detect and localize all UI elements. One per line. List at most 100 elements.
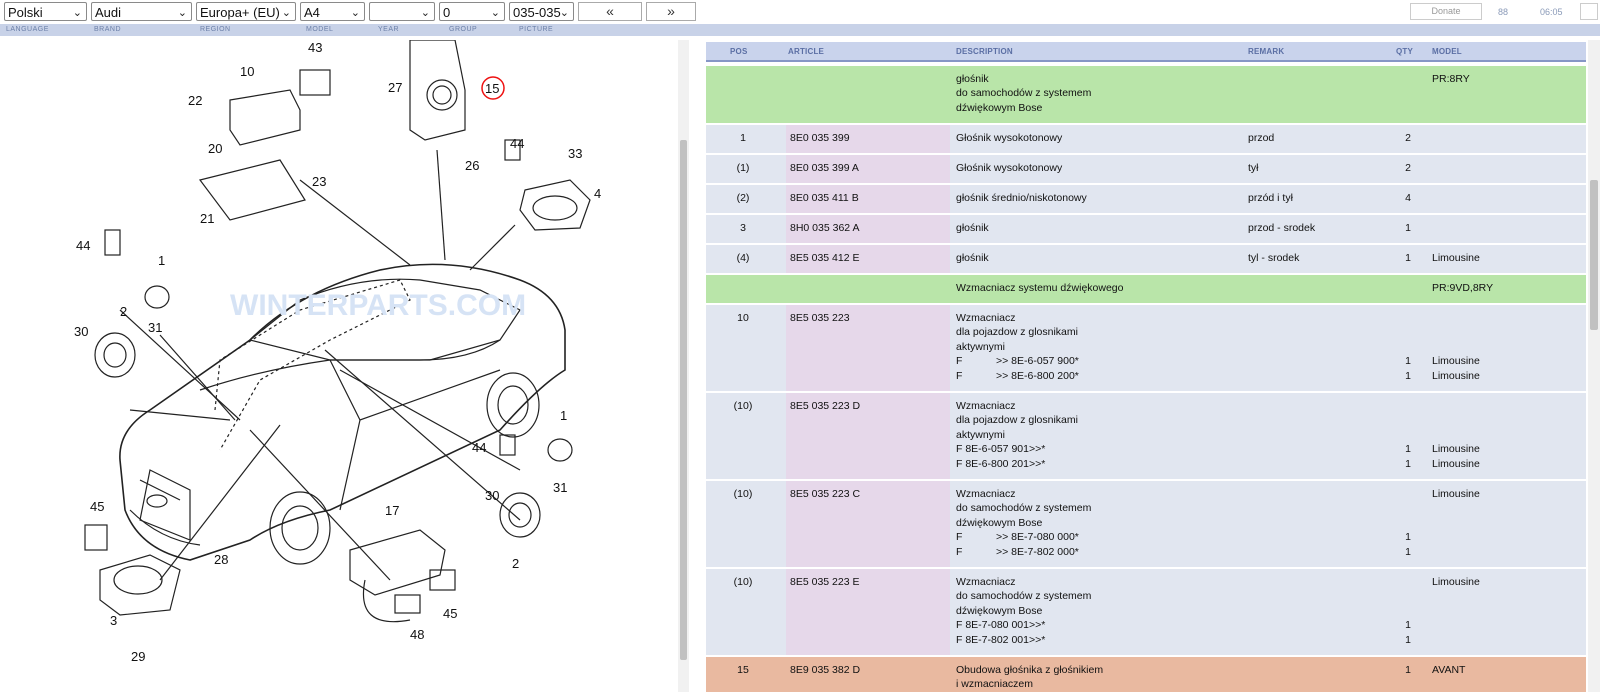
description-cell-line: F >> 8E-6-800 200* (956, 369, 1236, 383)
parts-diagram[interactable]: WINTERPARTS.COM 43 10 22 20 21 23 27 15 … (0, 39, 690, 692)
callout[interactable]: 30 (74, 324, 88, 339)
callout[interactable]: 2 (120, 304, 127, 319)
table-row[interactable]: 15 8E9 035 382 D Obudowa głośnika z głośni… (706, 657, 1586, 692)
table-group-row[interactable]: Wzmacniacz systemu dźwiękowego PR:9VD,8RY (706, 275, 1586, 305)
article-cell-line: 8E0 035 411 B (790, 192, 859, 204)
callout[interactable]: 23 (312, 174, 326, 189)
description-cell-line: F 8E-7-802 001>>* (956, 633, 1046, 646)
callout[interactable]: 45 (90, 499, 104, 514)
callout[interactable]: 27 (388, 80, 402, 95)
callout[interactable]: 43 (308, 40, 322, 55)
picture-select[interactable]: 035-035 ⌄ (509, 2, 574, 21)
qty-cell: 1 (1394, 663, 1422, 677)
remark-cell: przód i tył (1248, 191, 1293, 205)
callout[interactable]: 26 (465, 158, 479, 173)
callout[interactable]: 17 (385, 503, 399, 518)
header-qty[interactable]: QTY (1396, 47, 1413, 56)
year-select[interactable]: 2006 6⌄ (369, 2, 435, 39)
callout[interactable]: 22 (188, 93, 202, 108)
article-cell-line: 8E5 035 223 D (790, 400, 861, 412)
callout[interactable]: 28 (214, 552, 228, 567)
language-select[interactable]: Polski ⌄ (4, 2, 87, 21)
callout[interactable]: 48 (410, 627, 424, 642)
table-row[interactable]: 1 8E0 035 399 Głośnik wysokotonowy przod 2 (706, 125, 1586, 155)
region-select[interactable]: Europa+ (EU) ⌄ (196, 2, 296, 21)
article-cell[interactable]: 8E9 035 382 D (790, 663, 860, 677)
article-cell[interactable]: 8H0 035 362 A (790, 221, 859, 235)
callout[interactable]: 2 (512, 556, 519, 571)
model-cell: PR:9VD,8RY (1432, 281, 1493, 295)
callout[interactable]: 44 (76, 238, 90, 253)
next-picture-button[interactable]: » (646, 2, 696, 21)
pos-cell: 1 (706, 131, 780, 145)
callout-highlighted[interactable]: 15 (485, 81, 499, 96)
callout[interactable]: 10 (240, 64, 254, 79)
group-select[interactable]: 0 ⌄ (439, 2, 505, 21)
table-row[interactable]: (10) 8E5 035 223 E Wzmacniacz do samochodów… (706, 569, 1586, 657)
brand-select[interactable]: Audi ⌄ (91, 2, 192, 21)
pos-cell-line: (10) (733, 488, 753, 500)
qty-cell: 11 (1394, 311, 1422, 383)
table-row[interactable]: (10) 8E5 035 223 D Wzmacniacz dla pojazdow … (706, 393, 1586, 481)
pos-cell-line: 10 (737, 312, 749, 324)
scroll-thumb[interactable] (680, 140, 687, 660)
callout[interactable]: 20 (208, 141, 222, 156)
callout[interactable]: 31 (553, 480, 567, 495)
parts-table: POS ARTICLE DESCRIPTION REMARK QTY MODEL… (706, 42, 1586, 692)
table-row[interactable]: 3 8H0 035 362 A głośnik przod - srodek 1 (706, 215, 1586, 245)
watermark: WINTERPARTS.COM (230, 289, 526, 322)
model-cell: Limousine Limousine (1432, 399, 1480, 471)
label-model: MODEL (306, 26, 334, 33)
article-cell[interactable]: 8E0 035 399 (790, 131, 850, 145)
table-group-row[interactable]: głośnik do samochodów z systemem dźwiękowy… (706, 66, 1586, 125)
article-cell[interactable]: 8E0 035 411 B (790, 191, 859, 205)
article-cell-line: 8E5 035 223 C (790, 488, 861, 500)
table-row[interactable]: (10) 8E5 035 223 C Wzmacniacz do samochodów… (706, 481, 1586, 569)
article-cell[interactable]: 8E5 035 223 C (790, 487, 860, 501)
model-select[interactable]: A4 ⌄ (300, 2, 365, 21)
table-row[interactable]: 10 8E5 035 223 Wzmacniacz dla pojazdow z gl… (706, 305, 1586, 393)
header-pos[interactable]: POS (730, 47, 748, 56)
callout[interactable]: 44 (472, 440, 486, 455)
header-description[interactable]: DESCRIPTION (956, 47, 1013, 56)
description-cell-line: głośnik (956, 73, 989, 85)
article-cell[interactable]: 8E0 035 399 A (790, 161, 859, 175)
article-cell[interactable]: 8E5 035 223 D (790, 399, 860, 413)
article-cell[interactable]: 8E5 035 412 E (790, 251, 859, 265)
callout[interactable]: 21 (200, 211, 214, 226)
callout[interactable]: 1 (158, 253, 165, 268)
callout[interactable]: 31 (148, 320, 162, 335)
qty-cell-line: 1 (1405, 545, 1411, 558)
header-model[interactable]: MODEL (1432, 47, 1462, 56)
prev-picture-button[interactable]: « (578, 2, 642, 21)
table-row[interactable]: (2) 8E0 035 411 B głośnik średnio/niskoton… (706, 185, 1586, 215)
article-cell[interactable]: 8E5 035 223 (790, 311, 850, 325)
article-cell[interactable]: 8E5 035 223 E (790, 575, 859, 589)
qty-cell-line (1394, 72, 1422, 86)
donate-button[interactable]: Donate (1410, 3, 1482, 20)
callout[interactable]: 44 (510, 136, 524, 151)
callout[interactable]: 33 (568, 146, 582, 161)
header-article[interactable]: ARTICLE (788, 47, 824, 56)
model-cell-line (1432, 325, 1480, 339)
qty-cell-line (1394, 516, 1422, 530)
header-remark[interactable]: REMARK (1248, 47, 1284, 56)
pos-cell: 15 (706, 663, 780, 677)
table-scrollbar[interactable] (1588, 40, 1600, 692)
callout[interactable]: 45 (443, 606, 457, 621)
article-cell-line: 8H0 035 362 A (790, 222, 860, 234)
pos-cell-line: 3 (740, 222, 746, 234)
callout[interactable]: 3 (110, 613, 117, 628)
callout[interactable]: 1 (560, 408, 567, 423)
diagram-scrollbar[interactable] (678, 40, 689, 692)
menu-button[interactable] (1580, 3, 1598, 20)
scroll-thumb[interactable] (1590, 180, 1598, 330)
table-row[interactable]: (1) 8E0 035 399 A Głośnik wysokotonowy tył 2 (706, 155, 1586, 185)
table-row[interactable]: (4) 8E5 035 412 E głośnik tyl - srodek 1 Limo… (706, 245, 1586, 275)
qty-cell-line: 1 (1405, 633, 1411, 646)
callout[interactable]: 29 (131, 649, 145, 664)
model-cell: Limousine (1432, 575, 1480, 589)
callout[interactable]: 30 (485, 488, 499, 503)
group-value: 0 (443, 5, 451, 20)
callout[interactable]: 4 (594, 186, 601, 201)
